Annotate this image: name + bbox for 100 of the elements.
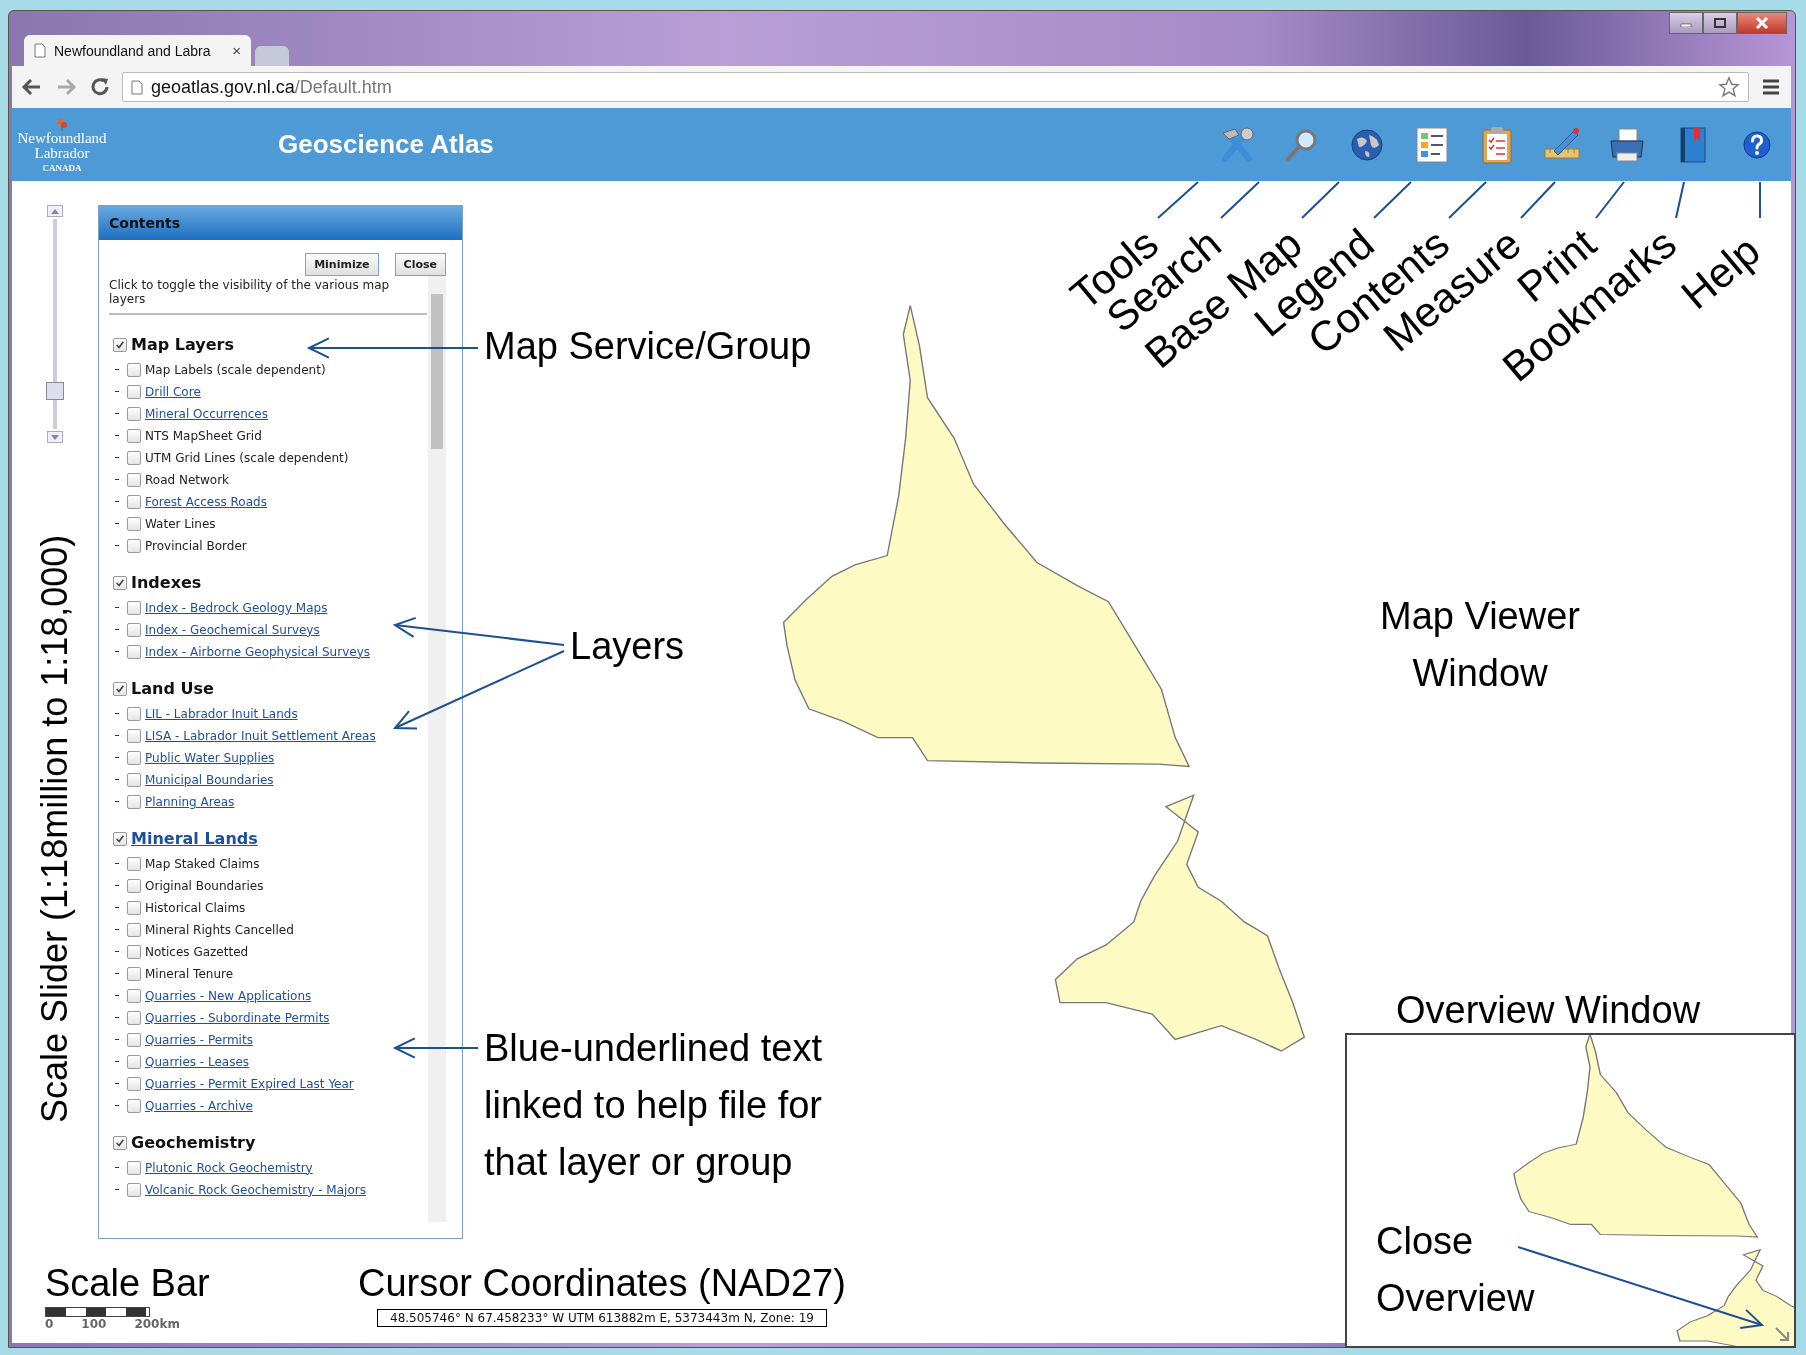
logo-text: CANADA [42,163,82,173]
checkbox[interactable] [127,922,141,937]
close-button[interactable]: Close [394,253,446,276]
checkbox[interactable] [127,772,141,787]
overview-map[interactable]: Close Overview [1345,1033,1796,1348]
layer-link[interactable]: Volcanic Rock Geochemistry - Majors [145,1182,366,1197]
checkbox[interactable] [127,362,141,377]
checkbox[interactable] [127,856,141,871]
layer-link[interactable]: LISA - Labrador Inuit Settlement Areas [145,728,376,743]
checkbox[interactable] [127,1076,141,1091]
checkbox[interactable] [127,494,141,509]
callout-label: Map Service/Group [484,324,812,369]
checkbox[interactable] [127,644,141,659]
layer-label: Notices Gazetted [145,944,249,959]
zoom-out-button[interactable] [47,431,63,443]
layer-link[interactable]: Quarries - Leases [145,1054,250,1069]
minimize-button[interactable] [1669,12,1703,34]
layer-link[interactable]: Municipal Boundaries [145,772,274,787]
overview-caption: Overview Window [1396,988,1701,1033]
tab-close-button[interactable]: × [232,42,241,59]
scale-slider-caption: Scale Slider (1:18million to 1:18,000) [34,533,76,1126]
checkbox[interactable] [113,681,127,696]
checkbox[interactable] [127,728,141,743]
layer-link[interactable]: Mineral Occurrences [145,406,268,421]
checkbox[interactable] [127,622,141,637]
checkbox[interactable] [127,706,141,721]
leader-line [1448,181,1487,219]
checkbox[interactable] [127,1032,141,1047]
scrollbar[interactable] [428,276,446,1222]
checkbox[interactable] [127,384,141,399]
checkbox[interactable] [127,988,141,1003]
scale-label: 0 [45,1316,54,1331]
panel-title: Contents [99,206,462,240]
checkbox[interactable] [127,1182,141,1197]
layer-link[interactable]: LIL - Labrador Inuit Lands [145,706,298,721]
leader-line [1520,181,1556,219]
group-link[interactable]: Mineral Lands [131,829,258,849]
page-icon [34,43,46,58]
zoom-in-button[interactable] [47,205,63,217]
layer-link[interactable]: Public Water Supplies [145,750,275,765]
close-icon [1755,17,1769,29]
bookmark-star-icon[interactable] [1718,76,1740,98]
checkbox[interactable] [113,337,127,352]
checkbox[interactable] [127,794,141,809]
layer-link[interactable]: Planning Areas [145,794,235,809]
checkbox[interactable] [127,516,141,531]
checkbox[interactable] [127,538,141,553]
checkbox[interactable] [127,428,141,443]
leader-line [1675,181,1685,219]
group-label: Indexes [131,573,202,593]
checkbox[interactable] [127,472,141,487]
slider-thumb[interactable] [46,382,64,401]
address-field[interactable]: geoatlas.gov.nl.ca/Default.htm [122,72,1749,102]
maximize-button[interactable] [1703,12,1737,34]
browser-tab[interactable] [255,46,289,66]
layer-label: Road Network [145,472,230,487]
layer-link[interactable]: Plutonic Rock Geochemistry [145,1160,313,1175]
browser-tab[interactable]: Newfoundland and Labra × [24,35,251,66]
layer-link[interactable]: Quarries - Archive [145,1098,253,1113]
page-icon [131,79,143,95]
map-viewer-caption: Map Viewer Window [1379,594,1581,696]
url-text: geoatlas.gov.nl.ca/Default.htm [151,76,392,98]
layer-link[interactable]: Index - Bedrock Geology Maps [145,600,328,615]
close-button[interactable] [1737,12,1787,34]
checkbox[interactable] [127,1010,141,1025]
checkbox[interactable] [113,831,127,846]
checkbox[interactable] [127,878,141,893]
checkbox[interactable] [127,1160,141,1175]
app-title: Geoscience Atlas [278,129,494,160]
layer-link[interactable]: Quarries - New Applications [145,988,312,1003]
layer-link[interactable]: Quarries - Permits [145,1032,253,1047]
checkbox[interactable] [127,406,141,421]
checkbox[interactable] [113,1135,127,1150]
checkbox[interactable] [127,600,141,615]
layer-link[interactable]: Drill Core [145,384,201,399]
flower-icon [55,116,69,131]
layer-label: Mineral Rights Cancelled [145,922,294,937]
checkbox[interactable] [127,944,141,959]
layer-label: Map Labels (scale dependent) [145,362,326,377]
callout-label: Layers [570,624,685,669]
coordinates-caption: Cursor Coordinates (NAD27) [358,1263,846,1305]
layer-link[interactable]: Quarries - Subordinate Permits [145,1010,330,1025]
checkbox[interactable] [127,966,141,981]
layer-link[interactable]: Index - Geochemical Surveys [145,622,320,637]
checkbox[interactable] [127,1098,141,1113]
checkbox[interactable] [127,1054,141,1069]
layer-label: Water Lines [145,516,216,531]
diagonal-arrow-icon[interactable] [1774,1326,1790,1342]
layer-label: Mineral Tenure [145,966,234,981]
layer-link[interactable]: Forest Access Roads [145,494,267,509]
layer-link[interactable]: Quarries - Permit Expired Last Year [145,1076,354,1091]
layer-link[interactable]: Index - Airborne Geophysical Surveys [145,644,370,659]
checkbox[interactable] [113,575,127,590]
checkbox[interactable] [127,900,141,915]
checkbox[interactable] [127,450,141,465]
checkbox[interactable] [127,750,141,765]
minimize-button[interactable]: Minimize [305,253,379,276]
callout-label: Blue-underlined text linked to help file for that layer or group [484,1026,823,1185]
scale-label: 200km [134,1316,180,1331]
leader-line [1220,181,1260,219]
